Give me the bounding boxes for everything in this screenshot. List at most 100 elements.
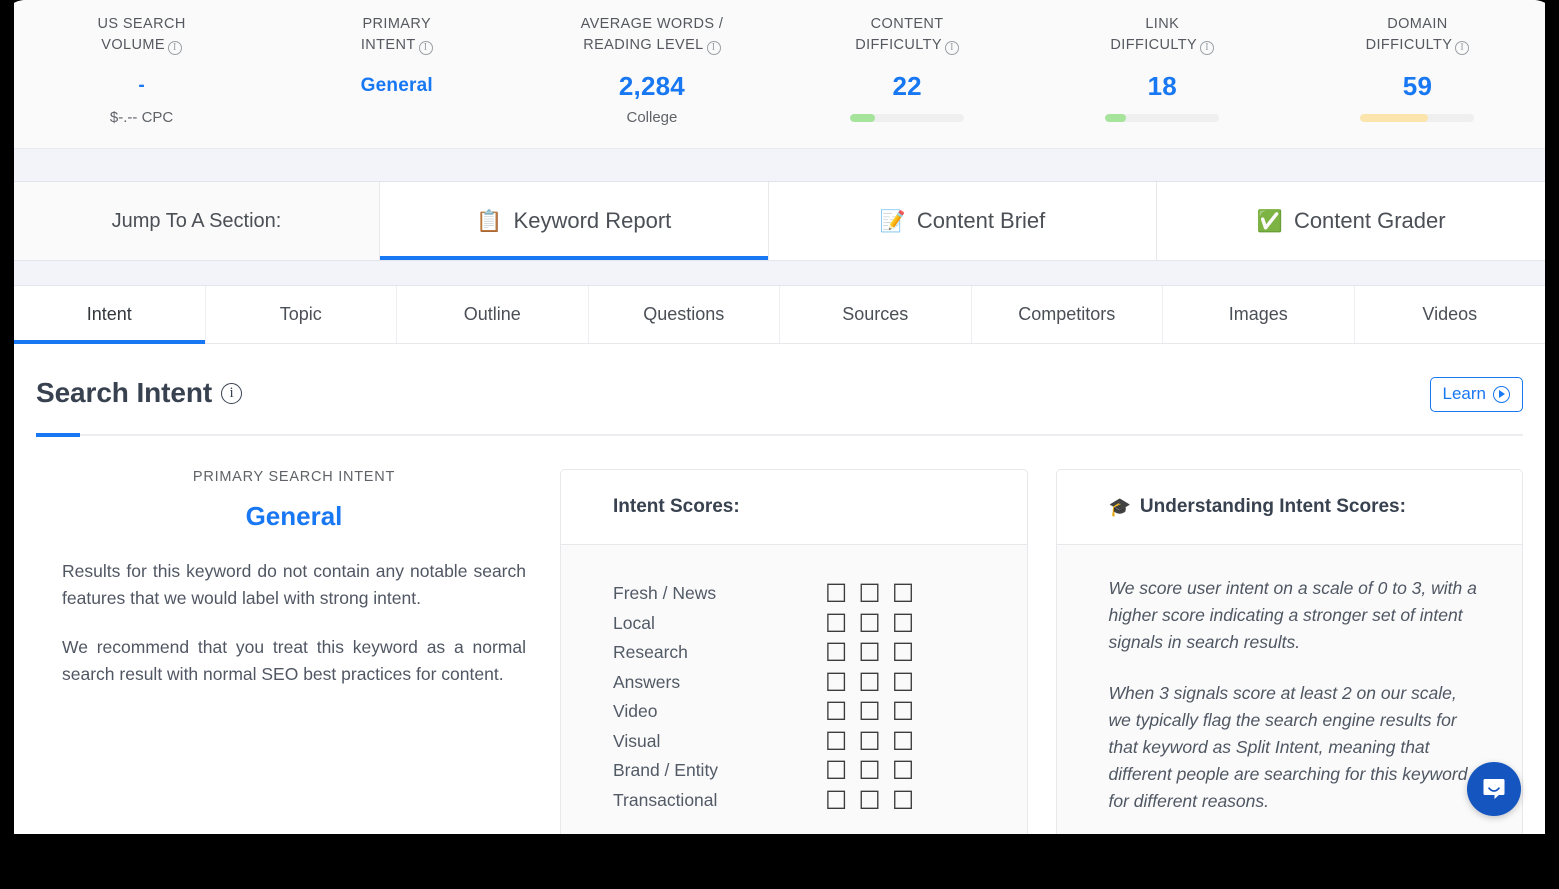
difficulty-progress-bar: [850, 114, 965, 122]
learn-button[interactable]: Learn: [1429, 377, 1523, 412]
metric-card: US Search Volume i - $-.-- CPC: [14, 8, 269, 148]
subtab-intent[interactable]: Intent: [14, 286, 206, 344]
metric-value: 18: [1147, 71, 1177, 101]
intent-score-boxes: ☐ ☐ ☐: [825, 670, 914, 695]
intent-score-row: Research ☐ ☐ ☐: [613, 638, 1027, 668]
report-subtabs: Intent Topic Outline Questions Sources Compet…: [14, 286, 1545, 344]
jump-tab-content-grader[interactable]: ✅ Content Grader: [1157, 182, 1545, 260]
ballot-box-empty-icon: ☐: [891, 579, 915, 609]
primary-intent-column: PRIMARY SEARCH INTENT General Results fo…: [36, 469, 532, 688]
ballot-box-empty-icon: ☐: [891, 667, 915, 697]
intent-description-paragraph-1: Results for this keyword do not contain …: [62, 561, 526, 608]
check-mark-box-icon: ✅: [1256, 209, 1283, 233]
info-icon[interactable]: i: [418, 41, 433, 55]
jump-tab-keyword-report[interactable]: 📋 Keyword Report: [380, 182, 769, 260]
info-icon[interactable]: i: [944, 41, 959, 55]
intent-score-label: Video: [613, 701, 658, 722]
info-icon[interactable]: i: [1200, 41, 1215, 55]
ballot-box-empty-icon: ☐: [858, 638, 881, 668]
ballot-box-empty-icon: ☐: [825, 579, 848, 609]
ballot-box-empty-icon: ☐: [858, 756, 881, 786]
difficulty-progress-bar: [1105, 114, 1220, 122]
intent-content-grid: PRIMARY SEARCH INTENT General Results fo…: [36, 436, 1523, 834]
subtab-label: Sources: [842, 304, 909, 324]
intent-score-boxes: ☐ ☐ ☐: [825, 581, 914, 606]
keyword-metrics-bar: US Search Volume i - $-.-- CPC Primary Inten…: [14, 0, 1545, 148]
page-title-text: Search Intent: [36, 377, 213, 408]
metric-card: Link Difficulty i 18: [1035, 8, 1290, 148]
subtab-label: Intent: [86, 304, 132, 324]
info-icon[interactable]: i: [221, 382, 243, 404]
ballot-box-empty-icon: ☐: [858, 726, 881, 756]
page-viewport: US Search Volume i - $-.-- CPC Primary Inten…: [14, 0, 1545, 834]
jump-tab-content-brief[interactable]: 📝 Content Brief: [768, 182, 1158, 260]
subtab-label: Topic: [279, 304, 322, 324]
memo-icon: 📝: [879, 209, 906, 233]
ballot-box-empty-icon: ☐: [891, 756, 915, 786]
subtab-outline[interactable]: Outline: [397, 286, 589, 343]
intent-score-label: Local: [613, 612, 655, 633]
subtab-sources[interactable]: Sources: [780, 286, 972, 343]
intent-score-row: Local ☐ ☐ ☐: [613, 609, 1027, 639]
clipboard-icon: 📋: [476, 209, 503, 233]
metric-value: 22: [892, 71, 922, 101]
difficulty-progress-bar: [1360, 114, 1475, 122]
metric-card: Average Words / Reading Level i 2,284 Colle…: [524, 8, 779, 148]
metric-value: 59: [1402, 71, 1433, 101]
subtab-label: Images: [1228, 304, 1288, 324]
page-title: Search Intent i: [36, 377, 243, 409]
intent-score-row: Answers ☐ ☐ ☐: [613, 668, 1027, 698]
intercom-chat-launcher-button[interactable]: [1467, 762, 1521, 816]
jump-tab-label: Content Brief: [916, 208, 1046, 233]
jump-tab-label: Keyword Report: [513, 208, 672, 233]
intent-scores-card-title: Intent Scores:: [561, 470, 1027, 545]
primary-intent-value: General: [245, 501, 343, 531]
intent-score-boxes: ☐ ☐ ☐: [825, 640, 914, 665]
info-icon[interactable]: i: [167, 41, 182, 55]
intent-score-label: Research: [613, 642, 688, 663]
intent-score-row: Video ☐ ☐ ☐: [613, 697, 1027, 727]
ballot-box-empty-icon: ☐: [825, 756, 848, 786]
ballot-box-empty-icon: ☐: [825, 726, 848, 756]
ballot-box-empty-icon: ☐: [825, 697, 848, 727]
browser-window-frame: US Search Volume i - $-.-- CPC Primary Inten…: [0, 0, 1559, 889]
intent-score-boxes: ☐ ☐ ☐: [825, 758, 914, 783]
metric-value: 2,284: [618, 71, 685, 101]
graduation-cap-icon: 🎓: [1108, 496, 1131, 517]
learn-button-label: Learn: [1442, 384, 1486, 403]
metric-card: Primary Intent i General: [269, 8, 524, 148]
metric-card: Content Difficulty i 22: [780, 8, 1035, 148]
ballot-box-empty-icon: ☐: [891, 638, 915, 668]
ballot-box-empty-icon: ☐: [891, 608, 915, 638]
intent-score-row: Transactional ☐ ☐ ☐: [613, 786, 1027, 816]
metric-label: Primary Intent i: [360, 16, 433, 55]
metric-card: Domain Difficulty i 59: [1290, 8, 1545, 148]
subtab-label: Competitors: [1018, 304, 1116, 324]
subtab-videos[interactable]: Videos: [1354, 286, 1545, 343]
ballot-box-empty-icon: ☐: [858, 785, 881, 815]
section-divider-band: [14, 148, 1545, 182]
intent-description-paragraph-2: We recommend that you treat this keyword…: [62, 637, 526, 684]
play-circle-icon: [1493, 385, 1510, 403]
intent-score-label: Answers: [613, 671, 681, 692]
intent-score-label: Brand / Entity: [613, 760, 719, 781]
ballot-box-empty-icon: ☐: [858, 667, 881, 697]
metric-subtext: College: [626, 109, 678, 126]
metric-value: General: [360, 75, 433, 96]
subtab-label: Questions: [643, 304, 725, 324]
intent-score-boxes: ☐ ☐ ☐: [825, 611, 914, 636]
metric-label: Domain Difficulty i: [1290, 14, 1545, 56]
subtab-topic[interactable]: Topic: [205, 286, 397, 343]
ballot-box-empty-icon: ☐: [858, 608, 881, 638]
title-underline-rule: [36, 433, 1523, 437]
primary-search-intent-label: PRIMARY SEARCH INTENT: [192, 469, 396, 485]
subtab-competitors[interactable]: Competitors: [971, 286, 1163, 343]
info-icon[interactable]: i: [1455, 41, 1470, 55]
info-icon[interactable]: i: [706, 41, 721, 55]
intent-score-row: Brand / Entity ☐ ☐ ☐: [613, 756, 1027, 786]
subtab-divider-band: [14, 260, 1545, 286]
ballot-box-empty-icon: ☐: [891, 726, 915, 756]
subtab-questions[interactable]: Questions: [588, 286, 780, 343]
intent-score-boxes: ☐ ☐ ☐: [825, 729, 914, 754]
subtab-images[interactable]: Images: [1163, 286, 1355, 343]
